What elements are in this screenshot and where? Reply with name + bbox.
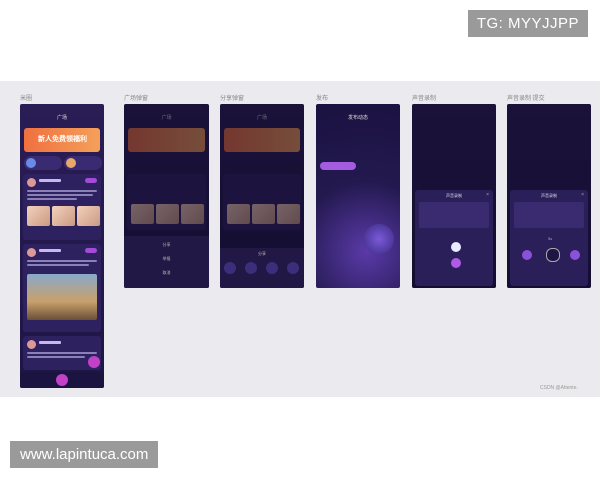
post-author xyxy=(39,341,61,344)
feed-post-2[interactable] xyxy=(23,244,101,332)
publish-button[interactable] xyxy=(56,374,68,386)
voice-panel: 声音录制 × xyxy=(415,190,493,286)
publish-header: 发布动态 xyxy=(316,112,400,126)
close-icon[interactable]: × xyxy=(581,192,584,198)
screen-share-modal: 广场 分享 xyxy=(220,104,304,288)
screen-square-modal: 广场 分享 举报 取消 xyxy=(124,104,209,288)
post-photos xyxy=(27,206,100,226)
frame-label-4: 发布 xyxy=(316,96,329,102)
option-share[interactable]: 分享 xyxy=(124,242,209,248)
feed-tab-title[interactable]: 广场 xyxy=(20,114,104,121)
post-photo[interactable] xyxy=(77,206,100,226)
promo-banner[interactable]: 新人免费领福利 xyxy=(24,128,100,152)
chip-avatar xyxy=(26,158,36,168)
share-title: 分享 xyxy=(258,251,266,256)
voice-panel: 声音录制 × 5s xyxy=(510,190,588,286)
topic-chip-1[interactable] xyxy=(24,156,62,170)
option-report[interactable]: 举报 xyxy=(124,256,209,262)
option-cancel[interactable]: 取消 xyxy=(124,270,209,276)
publish-title: 发布动态 xyxy=(347,115,368,121)
follow-button[interactable] xyxy=(85,248,97,253)
frame-label-2: 广场弹窗 xyxy=(124,96,149,102)
feed-post-1[interactable] xyxy=(23,174,101,240)
post-author xyxy=(39,249,61,252)
submit-button[interactable] xyxy=(570,250,580,260)
avatar xyxy=(27,340,36,349)
moments-icon[interactable] xyxy=(245,262,257,274)
voice-panel-title: 声音录制 xyxy=(541,193,557,198)
topic-chip-2[interactable] xyxy=(64,156,102,170)
post-landscape-photo[interactable] xyxy=(27,274,97,320)
weibo-icon[interactable] xyxy=(287,262,299,274)
topic-chips xyxy=(24,156,102,170)
site-watermark: www.lapintuca.com xyxy=(10,441,159,468)
post-text-line xyxy=(27,352,97,354)
avatar xyxy=(27,178,36,187)
decor-planet xyxy=(364,224,394,254)
frame-label-3: 分享弹窗 xyxy=(220,96,245,102)
avatar xyxy=(27,248,36,257)
close-icon[interactable]: × xyxy=(486,192,489,198)
voice-record-pill[interactable] xyxy=(320,162,356,170)
frame-label-1: 米圈 xyxy=(20,96,33,102)
voice-timer: 5s xyxy=(548,236,553,241)
frame-label-5: 声音录制 xyxy=(412,96,437,102)
chip-avatar xyxy=(66,158,76,168)
bottom-tab-bar xyxy=(20,372,104,388)
record-stop-button[interactable] xyxy=(451,242,461,252)
play-button[interactable] xyxy=(546,248,560,262)
screen-voice-record: 声音录制 × xyxy=(412,104,496,288)
record-button[interactable] xyxy=(451,258,461,268)
post-text-line xyxy=(27,190,97,192)
action-sheet: 分享 举报 取消 xyxy=(124,236,209,288)
rerecord-button[interactable] xyxy=(522,250,532,260)
csdn-credit: CSDN @Attente. xyxy=(540,385,578,391)
post-text-line xyxy=(27,198,77,200)
follow-button[interactable] xyxy=(85,178,97,183)
voice-text-area[interactable] xyxy=(419,202,489,228)
screen-voice-submit: 声音录制 × 5s xyxy=(507,104,591,288)
voice-panel-title: 声音录制 xyxy=(446,193,462,198)
feed-header: 广场 xyxy=(20,112,104,126)
tg-watermark: TG: MYYJJPP xyxy=(467,10,588,37)
frame-label-6: 声音录制 提交 xyxy=(507,96,545,102)
wechat-icon[interactable] xyxy=(224,262,236,274)
post-photo[interactable] xyxy=(27,206,50,226)
qq-icon[interactable] xyxy=(266,262,278,274)
post-text-line xyxy=(27,264,89,266)
post-author xyxy=(39,179,61,182)
screen-feed: 广场 新人免费领福利 xyxy=(20,104,104,388)
banner-text: 新人免费领福利 xyxy=(38,136,87,143)
voice-text-area[interactable] xyxy=(514,202,584,228)
post-text-line xyxy=(27,260,97,262)
share-sheet: 分享 xyxy=(220,248,304,288)
post-text-line xyxy=(27,356,85,358)
post-text-line xyxy=(27,194,93,196)
screen-publish: 发布动态 xyxy=(316,104,400,288)
floating-add-button[interactable] xyxy=(88,356,100,368)
post-photo[interactable] xyxy=(52,206,75,226)
